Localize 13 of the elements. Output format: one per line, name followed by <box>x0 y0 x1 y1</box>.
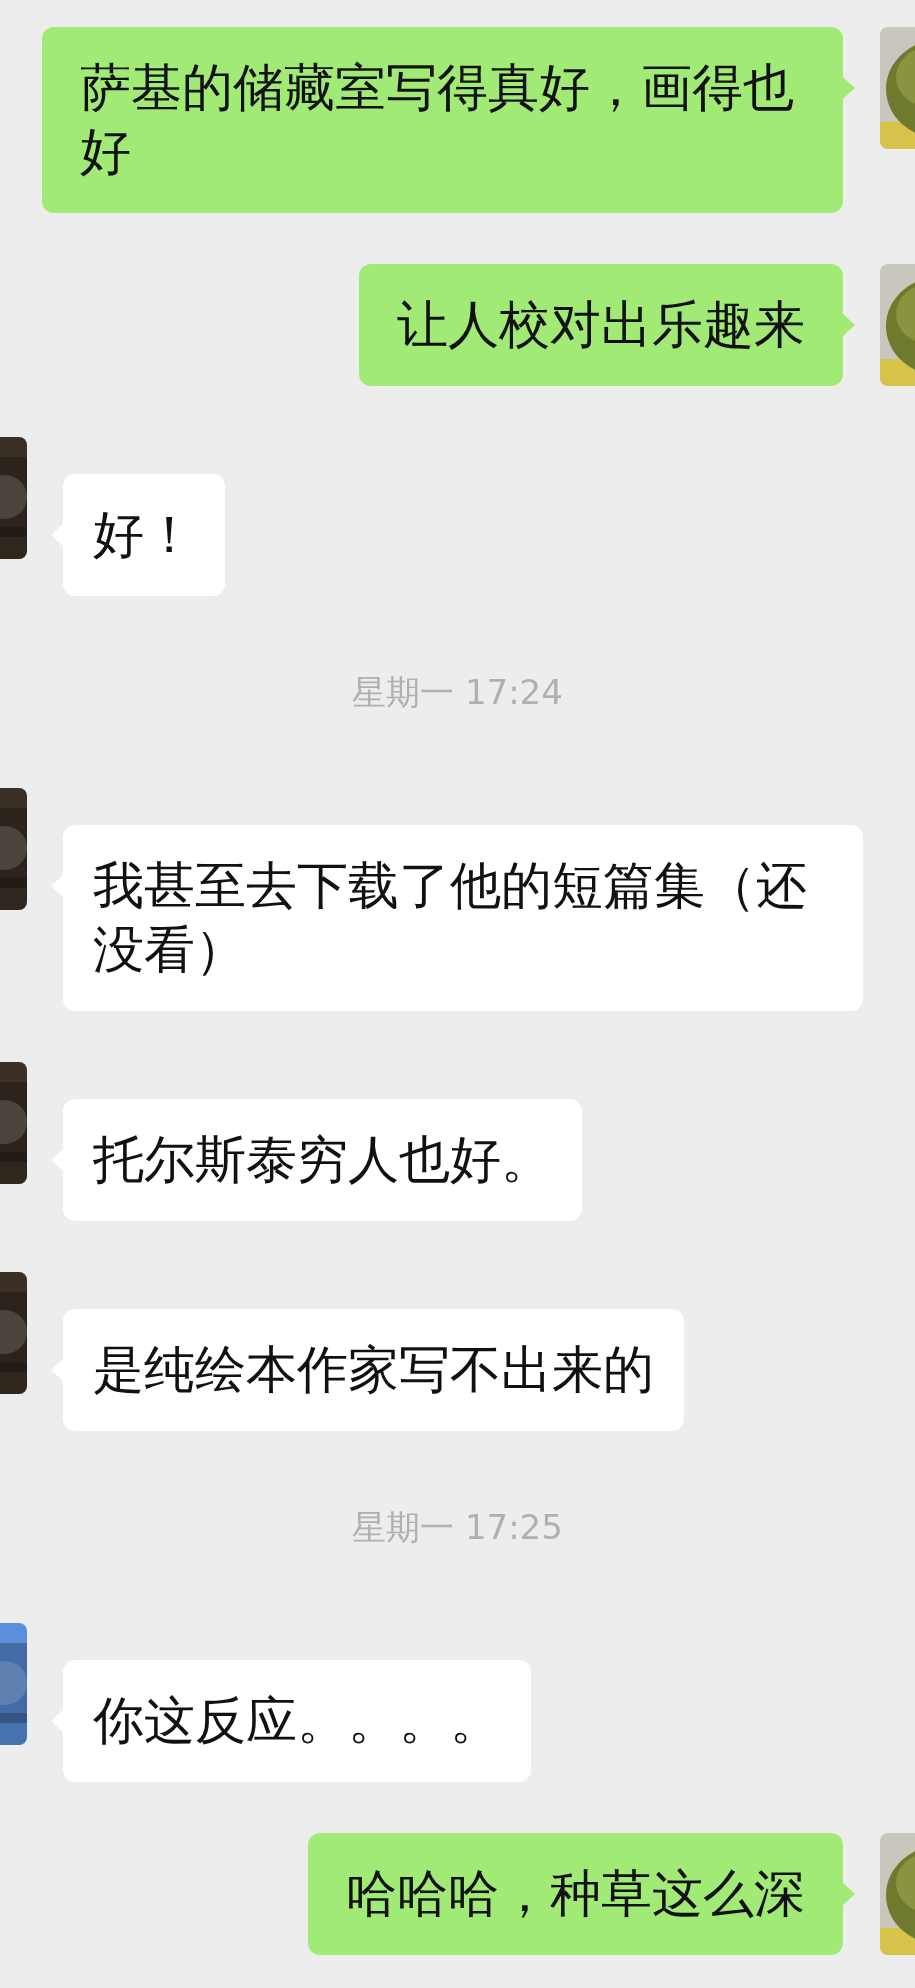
message-bubble: 让人校对出乐趣来 <box>359 264 843 386</box>
bubble-tail-icon <box>843 314 855 336</box>
message-bubble: 好！ <box>63 474 225 596</box>
message-bubble: 你这反应。。。。 <box>63 1660 531 1782</box>
message-bubble: 我甚至去下载了他的短篇集（还没看） <box>63 825 863 1011</box>
message-bubble: 哈哈哈，种草这么深 <box>308 1833 843 1955</box>
message-bubble: 是纯绘本作家写不出来的 <box>63 1309 684 1431</box>
message-bubble: 萨基的储藏室写得真好，画得也好 <box>42 27 843 213</box>
bubble-tail-icon <box>843 1883 855 1905</box>
timestamp: 星期一 17:24 <box>352 670 563 714</box>
bubble-tail-icon <box>843 77 855 99</box>
timestamp: 星期一 17:25 <box>352 1505 563 1549</box>
message-bubble: 托尔斯泰穷人也好。 <box>63 1099 582 1221</box>
